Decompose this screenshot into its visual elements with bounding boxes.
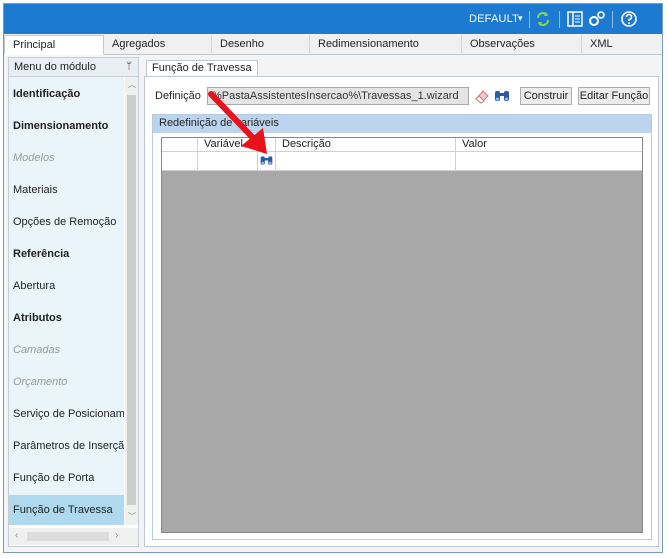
- tab-funcao-de-travessa[interactable]: Função de Travessa: [146, 60, 258, 76]
- sidebar-item-servico-de-posicionamento[interactable]: Serviço de Posicionamento: [9, 399, 124, 429]
- variables-grid[interactable]: Variável Descrição Valor: [161, 137, 643, 533]
- module-menu-title: Menu do módulo: [14, 61, 96, 73]
- scroll-right-icon[interactable]: ›: [115, 530, 118, 541]
- title-bar: DEFAULT ▾: [4, 4, 662, 34]
- sidebar-item-abertura[interactable]: Abertura: [9, 271, 124, 301]
- scroll-up-icon[interactable]: ︿: [128, 79, 136, 90]
- scroll-down-icon[interactable]: ﹀: [128, 511, 136, 522]
- sidebar-item-parametros-de-insercao[interactable]: Parâmetros de Inserção: [9, 431, 124, 461]
- sidebar-item-dimensionamento[interactable]: Dimensionamento: [9, 111, 124, 141]
- grid-column-header: [162, 138, 198, 151]
- profile-selector[interactable]: DEFAULT: [469, 13, 519, 25]
- scroll-thumb[interactable]: [27, 532, 109, 541]
- edit-function-button[interactable]: Editar Função: [578, 87, 650, 105]
- tab-redimensionamento[interactable]: Redimensionamento: [310, 35, 462, 53]
- sidebar-item-orcamento: Orçamento: [13, 376, 68, 388]
- build-button[interactable]: Construir: [520, 87, 572, 105]
- app-window: DEFAULT ▾ Principal Agregados Desenho Re…: [3, 3, 663, 553]
- toolbar-divider: [612, 11, 613, 28]
- sidebar-item-materiais[interactable]: Materiais: [9, 175, 124, 205]
- column-valor[interactable]: Valor: [456, 138, 642, 151]
- binoculars-icon[interactable]: [493, 87, 511, 105]
- module-menu-list: Identificação Dimensionamento Modelos Ma…: [9, 77, 124, 525]
- tab-principal[interactable]: Principal: [4, 35, 104, 55]
- scroll-left-icon[interactable]: ‹: [15, 530, 18, 541]
- definition-label: Definição: [155, 90, 201, 102]
- sidebar-item-atributos[interactable]: Atributos: [9, 303, 124, 333]
- descricao-cell[interactable]: [276, 152, 456, 170]
- pin-icon[interactable]: ᛘ: [126, 61, 132, 72]
- module-menu-header: Menu do módulo ᛘ: [9, 58, 138, 77]
- eraser-icon[interactable]: [473, 87, 491, 105]
- red-arrow-annotation: [208, 91, 267, 154]
- column-descricao[interactable]: Descrição: [276, 138, 456, 151]
- sidebar-item-camadas: Camadas: [13, 344, 61, 356]
- sidebar-horizontal-scrollbar[interactable]: ‹ ›: [9, 528, 138, 545]
- sidebar-vertical-scrollbar[interactable]: ︿ ﹀: [125, 77, 138, 525]
- settings-icon[interactable]: [588, 10, 606, 28]
- sidebar-item-modelos: Modelos: [13, 152, 55, 164]
- variables-group: Redefinição de variáveis Variável Descri…: [152, 114, 652, 540]
- toolbar-divider: [529, 11, 530, 28]
- valor-cell[interactable]: [456, 152, 642, 170]
- row-header-cell[interactable]: [162, 152, 198, 170]
- refresh-icon[interactable]: [534, 10, 552, 28]
- tab-desenho[interactable]: Desenho: [212, 35, 310, 53]
- sidebar-item-funcao-de-porta[interactable]: Função de Porta: [9, 463, 124, 493]
- help-icon[interactable]: [620, 10, 638, 28]
- tab-observacoes[interactable]: Observações: [462, 35, 582, 53]
- scroll-thumb[interactable]: [127, 95, 136, 505]
- sidebar-item-opcoes-de-remocao[interactable]: Opções de Remoção: [9, 207, 124, 237]
- sidebar-item-referencia[interactable]: Referência: [9, 239, 124, 269]
- panel-icon[interactable]: [566, 10, 584, 28]
- sidebar-item-identificacao[interactable]: Identificação: [9, 79, 124, 109]
- tab-xml[interactable]: XML: [582, 35, 662, 53]
- chevron-down-icon[interactable]: ▾: [518, 13, 523, 24]
- toolbar-divider: [559, 11, 560, 28]
- module-tabs: Principal Agregados Desenho Redimensiona…: [4, 35, 662, 55]
- sidebar-item-funcao-de-travessa[interactable]: Função de Travessa: [9, 495, 124, 525]
- tab-agregados[interactable]: Agregados: [104, 35, 212, 53]
- module-menu: Menu do módulo ᛘ Identificação Dimension…: [8, 57, 139, 547]
